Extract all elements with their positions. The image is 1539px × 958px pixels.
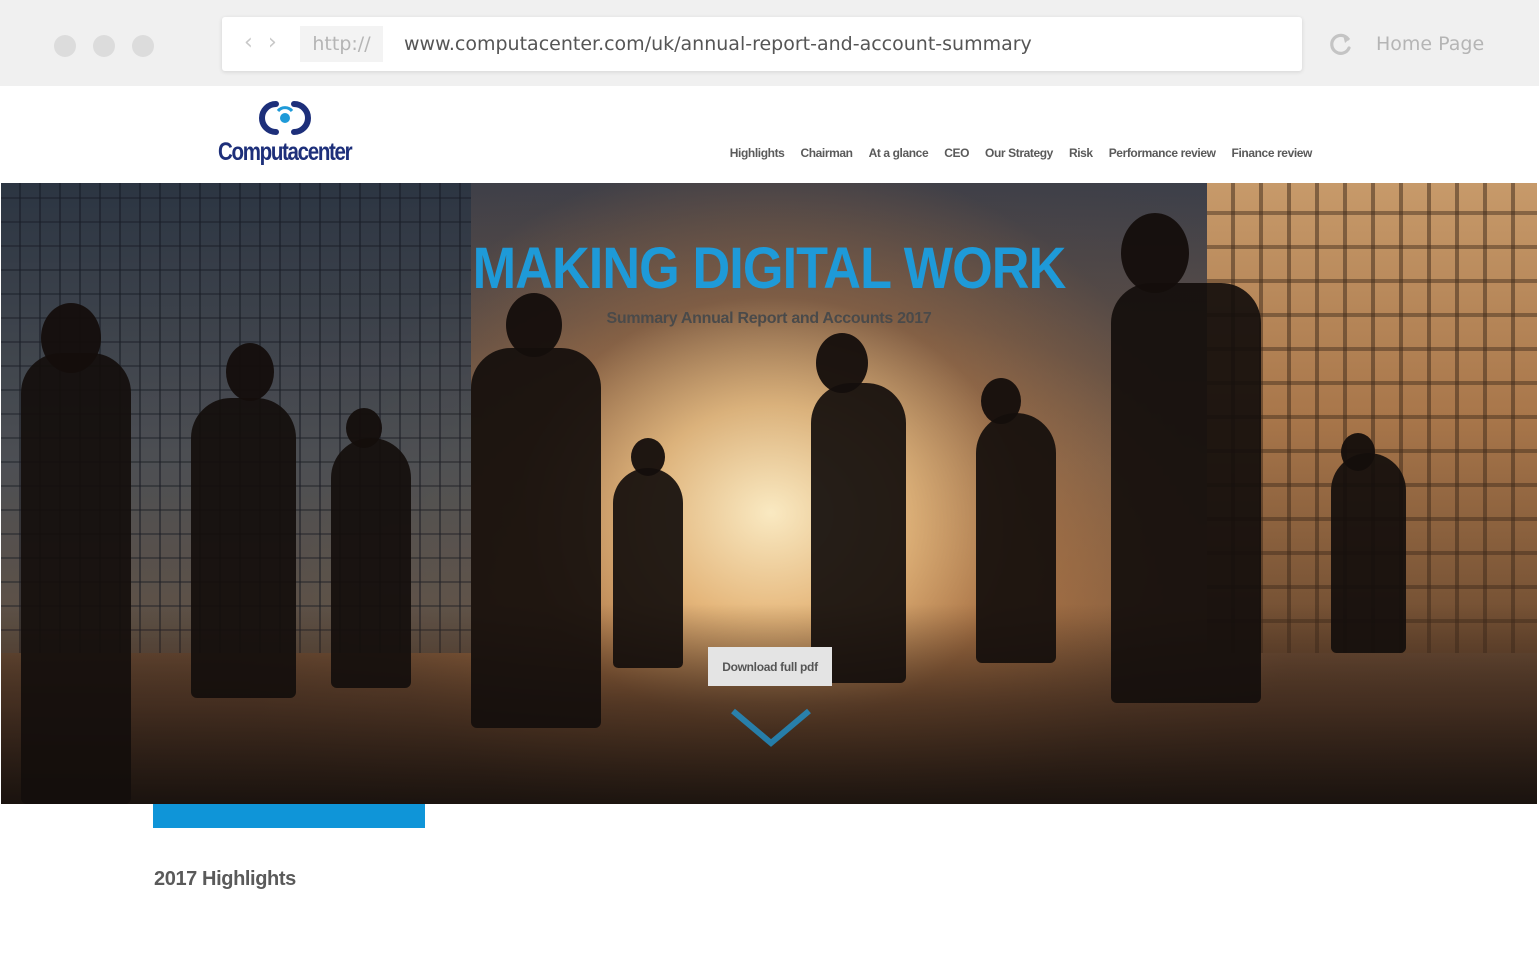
chevron-down-icon[interactable] bbox=[729, 705, 813, 751]
window-minimize-dot[interactable] bbox=[93, 35, 115, 57]
nav-performance-review[interactable]: Performance review bbox=[1109, 146, 1216, 160]
download-full-pdf-button[interactable]: Download full pdf bbox=[708, 647, 832, 686]
hero-title: MAKING DIGITAL WORK bbox=[472, 236, 1067, 301]
url-protocol: http:// bbox=[300, 26, 383, 62]
site-header: Computacenter Highlights Chairman At a g… bbox=[0, 86, 1539, 183]
url-text[interactable]: www.computacenter.com/uk/annual-report-a… bbox=[404, 17, 1032, 71]
reload-icon[interactable] bbox=[1328, 31, 1354, 57]
hero-subtitle: Summary Annual Report and Accounts 2017 bbox=[606, 310, 932, 327]
home-page-link[interactable]: Home Page bbox=[1376, 31, 1484, 57]
browser-chrome: ‹ › http:// www.computacenter.com/uk/ann… bbox=[0, 0, 1539, 86]
logo-text: Computacenter bbox=[218, 138, 353, 166]
nav-at-a-glance[interactable]: At a glance bbox=[869, 146, 929, 160]
section-accent-bar bbox=[153, 804, 425, 828]
computacenter-logo[interactable]: Computacenter bbox=[218, 98, 353, 170]
nav-risk[interactable]: Risk bbox=[1069, 146, 1093, 160]
window-maximize-dot[interactable] bbox=[132, 35, 154, 57]
nav-our-strategy[interactable]: Our Strategy bbox=[985, 146, 1053, 160]
chevron-right-icon[interactable]: › bbox=[268, 31, 277, 55]
main-nav: Highlights Chairman At a glance CEO Our … bbox=[730, 146, 1313, 160]
logo-mark-icon bbox=[259, 101, 311, 135]
nav-highlights[interactable]: Highlights bbox=[730, 146, 785, 160]
hero-banner: MAKING DIGITAL WORK Summary Annual Repor… bbox=[1, 183, 1537, 804]
address-bar[interactable]: ‹ › http:// www.computacenter.com/uk/ann… bbox=[222, 17, 1302, 71]
nav-finance-review[interactable]: Finance review bbox=[1232, 146, 1313, 160]
nav-chairman[interactable]: Chairman bbox=[800, 146, 853, 160]
nav-ceo[interactable]: CEO bbox=[944, 146, 969, 160]
window-close-dot[interactable] bbox=[54, 35, 76, 57]
section-heading-highlights: 2017 Highlights bbox=[154, 868, 296, 890]
chevron-left-icon[interactable]: ‹ bbox=[244, 31, 253, 55]
